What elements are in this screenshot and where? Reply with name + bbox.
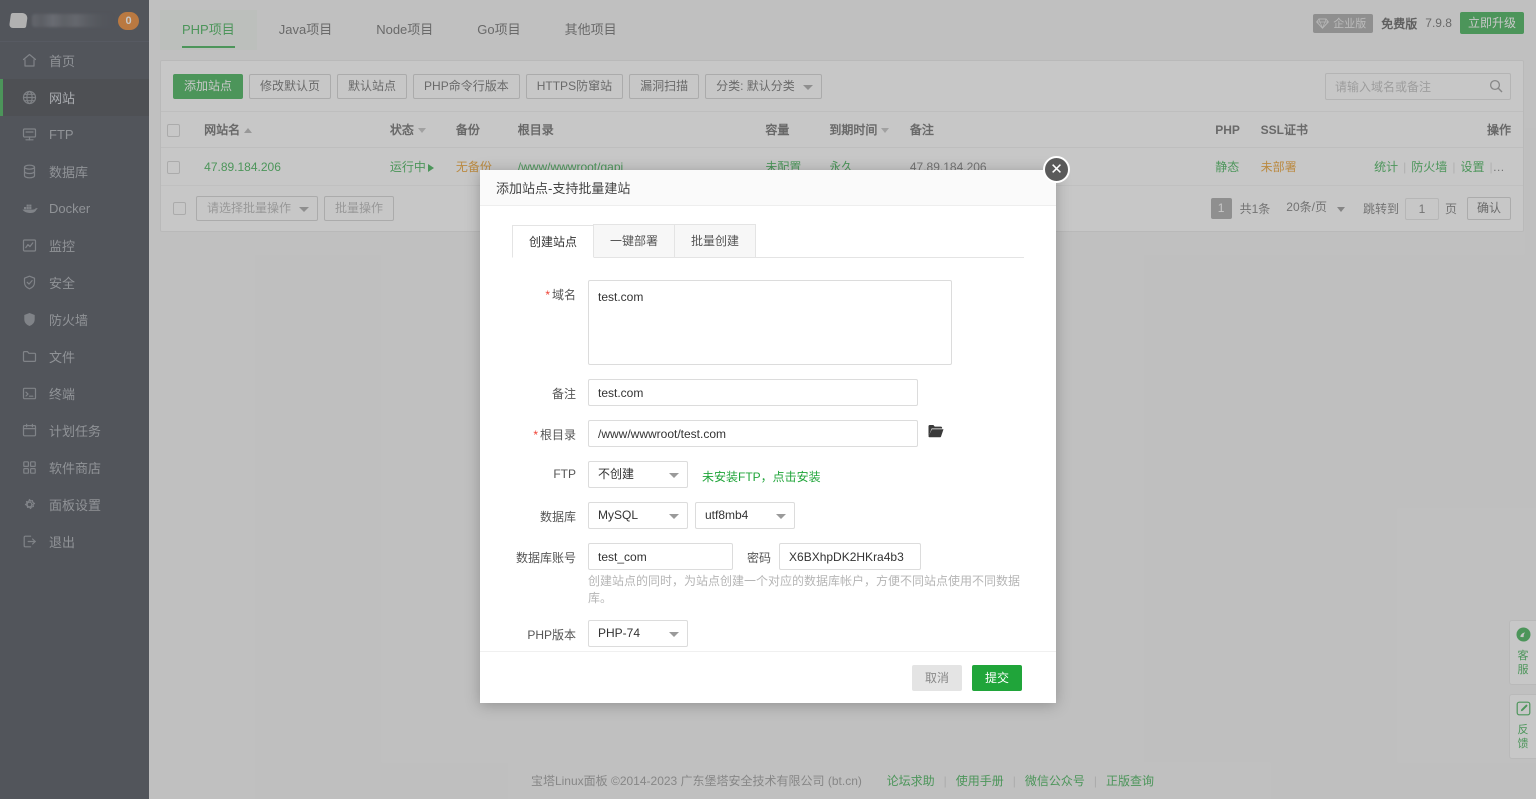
database-charset-select[interactable]: utf8mb4 xyxy=(695,502,795,529)
domain-textarea[interactable] xyxy=(588,280,952,365)
db-user-label: 数据库账号 xyxy=(512,543,576,566)
field-database: 数据库 MySQL utf8mb4 xyxy=(512,502,1024,529)
root-label-text: 根目录 xyxy=(540,428,576,442)
db-user-input[interactable] xyxy=(588,543,733,570)
ftp-label: FTP xyxy=(512,461,576,481)
field-php-version: PHP版本 PHP-74 xyxy=(512,620,1024,647)
db-password-input[interactable] xyxy=(779,543,921,570)
modal-tabs: 创建站点一键部署批量创建 xyxy=(512,224,1024,258)
field-note: 备注 xyxy=(512,379,1024,406)
field-ftp: FTP 不创建 未安装FTP，点击安装 xyxy=(512,461,1024,488)
modal-footer: 取消 提交 xyxy=(480,651,1056,703)
db-hint-text: 创建站点的同时，为站点创建一个对应的数据库帐户，方便不同站点使用不同数据库。 xyxy=(588,572,1024,606)
ftp-select-value: 不创建 xyxy=(598,467,634,481)
db-password-label: 密码 xyxy=(747,543,771,566)
note-input[interactable] xyxy=(588,379,918,406)
php-version-label: PHP版本 xyxy=(512,620,576,643)
database-type-value: MySQL xyxy=(598,508,638,522)
ftp-install-link[interactable]: 未安装FTP，点击安装 xyxy=(702,461,821,485)
php-version-select[interactable]: PHP-74 xyxy=(588,620,688,647)
modal-tab-2[interactable]: 一键部署 xyxy=(593,224,675,257)
domain-label: *域名 xyxy=(512,280,576,303)
database-charset-value: utf8mb4 xyxy=(705,508,748,522)
ftp-select[interactable]: 不创建 xyxy=(588,461,688,488)
add-site-modal: ✕ 添加站点-支持批量建站 创建站点一键部署批量创建 *域名 备注 *根目录 xyxy=(480,170,1056,703)
required-marker: * xyxy=(533,428,538,442)
field-domain: *域名 xyxy=(512,280,1024,365)
php-version-value: PHP-74 xyxy=(598,626,640,640)
chevron-down-icon xyxy=(669,632,679,637)
modal-title-bar: 添加站点-支持批量建站 xyxy=(480,170,1056,206)
close-icon[interactable]: ✕ xyxy=(1043,156,1070,183)
chevron-down-icon xyxy=(669,514,679,519)
note-label: 备注 xyxy=(512,379,576,402)
modal-tab-3[interactable]: 批量创建 xyxy=(674,224,756,257)
modal-title: 添加站点-支持批量建站 xyxy=(496,178,630,197)
database-type-select[interactable]: MySQL xyxy=(588,502,688,529)
submit-button[interactable]: 提交 xyxy=(972,665,1022,691)
modal-tab-1[interactable]: 创建站点 xyxy=(512,225,594,258)
folder-open-icon[interactable] xyxy=(928,424,944,441)
cancel-button[interactable]: 取消 xyxy=(912,665,962,691)
root-path-input[interactable] xyxy=(588,420,918,447)
chevron-down-icon xyxy=(669,473,679,478)
field-root: *根目录 xyxy=(512,420,1024,447)
required-marker: * xyxy=(545,288,550,302)
field-db-user: 数据库账号 密码 xyxy=(512,543,1024,570)
chevron-down-icon xyxy=(776,514,786,519)
domain-label-text: 域名 xyxy=(552,288,576,302)
root-label: *根目录 xyxy=(512,420,576,443)
database-label: 数据库 xyxy=(512,502,576,525)
modal-body: 创建站点一键部署批量创建 *域名 备注 *根目录 FTP xyxy=(480,206,1056,665)
